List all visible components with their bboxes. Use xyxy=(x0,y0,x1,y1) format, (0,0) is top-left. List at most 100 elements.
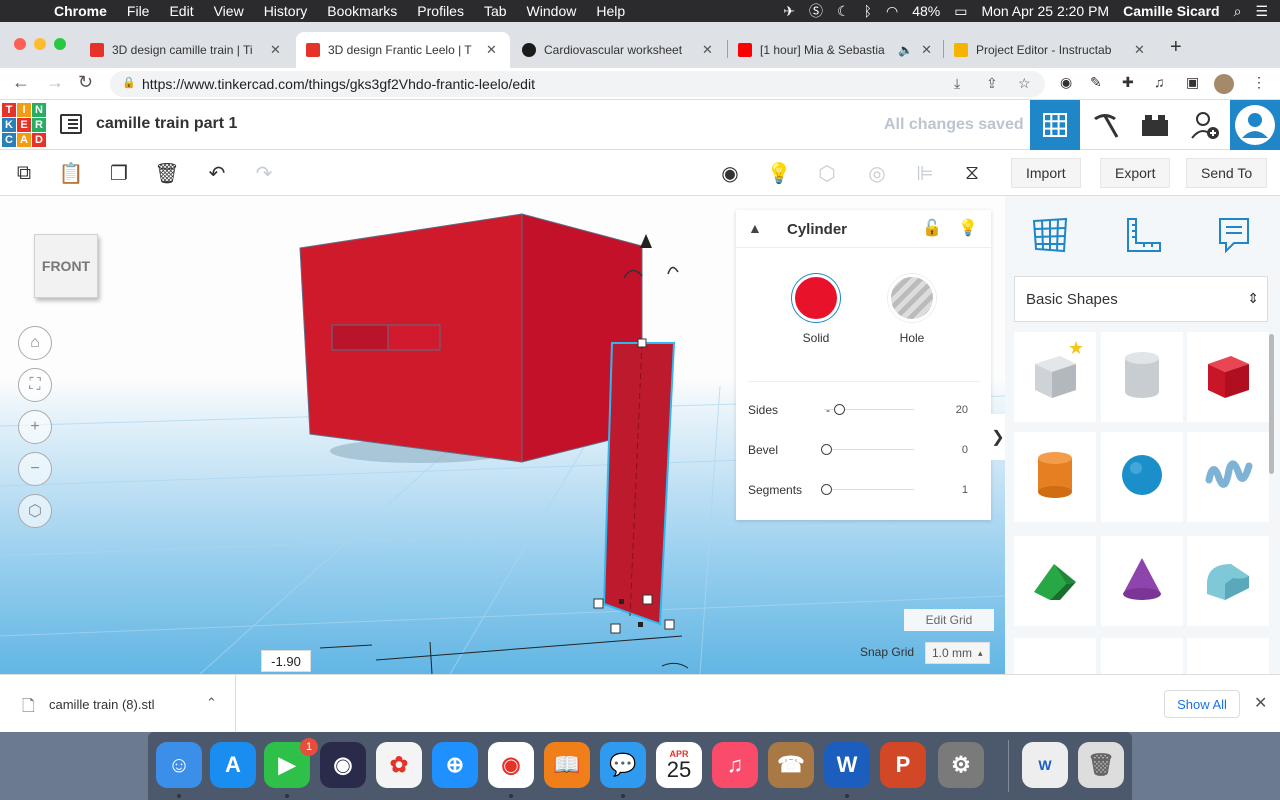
close-window-button[interactable] xyxy=(14,38,26,50)
close-tab-icon[interactable]: ✕ xyxy=(1134,42,1145,58)
lock-icon[interactable]: 🔒 xyxy=(122,76,136,89)
tab-4[interactable]: [1 hour] Mia & Sebastia 🔈 ✕ xyxy=(728,32,942,68)
clock[interactable]: Mon Apr 25 2:20 PM xyxy=(981,3,1109,19)
design-title[interactable]: camille train part 1 xyxy=(96,115,237,133)
menu-view[interactable]: View xyxy=(204,3,254,19)
tab-1[interactable]: 3D design camille train | Ti ✕ xyxy=(80,32,294,68)
paste-button[interactable]: 📋 xyxy=(56,158,86,188)
forward-icon[interactable]: → xyxy=(46,72,64,93)
system-preferences-icon[interactable]: ⚙ xyxy=(938,742,984,788)
invite-user-button[interactable] xyxy=(1180,100,1230,150)
design-menu-icon[interactable] xyxy=(60,114,82,134)
perspective-button[interactable]: ⬡ xyxy=(18,494,52,528)
copy-button[interactable]: ⧉ xyxy=(9,158,39,188)
bevel-slider-track[interactable] xyxy=(824,449,914,450)
menu-profiles[interactable]: Profiles xyxy=(407,3,474,19)
download-item[interactable]: 🗋 camille train (8).stl ⌃ xyxy=(0,675,236,733)
user-name[interactable]: Camille Sicard xyxy=(1123,3,1220,19)
books-icon[interactable]: 📖 xyxy=(544,742,590,788)
download-filename[interactable]: camille train (8).stl xyxy=(49,697,154,712)
delete-button[interactable]: 🗑 xyxy=(152,158,182,188)
menu-history[interactable]: History xyxy=(254,3,318,19)
sidebar-icon[interactable]: ▣ xyxy=(1186,74,1199,91)
group-button[interactable]: ⬡ xyxy=(812,158,842,188)
shape-more-1[interactable] xyxy=(1014,638,1096,674)
lock-icon[interactable]: 🔓 xyxy=(922,218,942,238)
share-icon[interactable]: ⇪ xyxy=(986,75,998,92)
export-button[interactable]: Export xyxy=(1100,158,1171,188)
shape-half-cylinder[interactable] xyxy=(1187,536,1269,626)
omnibox[interactable]: 🔒 https://www.tinkercad.com/things/gks3g… xyxy=(110,71,1045,97)
edit-grid-button[interactable]: Edit Grid xyxy=(904,609,994,631)
battery-icon[interactable]: ▭ xyxy=(954,3,967,20)
3d-view-button[interactable] xyxy=(1030,100,1080,150)
segments-slider-track[interactable] xyxy=(824,489,914,490)
redo-button[interactable]: ↷ xyxy=(249,158,279,188)
music-icon[interactable]: ♫ xyxy=(712,742,758,788)
skype-icon[interactable]: Ⓢ xyxy=(809,1,823,21)
bevel-slider-knob[interactable] xyxy=(821,444,832,455)
new-tab-icon[interactable]: + xyxy=(1170,36,1182,59)
trash-icon[interactable]: 🗑 xyxy=(1078,742,1124,788)
rocket-icon[interactable]: ✈ xyxy=(783,3,795,20)
show-all-button[interactable]: Show All xyxy=(1164,690,1240,718)
control-center-icon[interactable]: ☰ xyxy=(1255,3,1268,20)
home-view-button[interactable]: ⌂ xyxy=(18,326,52,360)
dimension-input[interactable]: -1.90 xyxy=(261,650,311,672)
send-to-button[interactable]: Send To xyxy=(1186,158,1268,188)
tab-5[interactable]: Project Editor - Instructab ✕ xyxy=(944,32,1158,68)
bluetooth-icon[interactable]: ᛒ xyxy=(864,3,872,19)
zoom-out-button[interactable]: − xyxy=(18,452,52,486)
mirror-button[interactable]: ⧖ xyxy=(957,158,987,188)
ruler-tool-button[interactable] xyxy=(1117,210,1167,260)
maximize-window-button[interactable] xyxy=(54,38,66,50)
workplane-tool-button[interactable] xyxy=(1025,210,1075,260)
finder-icon[interactable]: ☺ xyxy=(156,742,202,788)
collapse-inspector-icon[interactable]: ▲ xyxy=(748,220,762,236)
tab-3[interactable]: Cardiovascular worksheet ✕ xyxy=(512,32,726,68)
powerpoint-icon[interactable]: P xyxy=(880,742,926,788)
document-thumbnail-icon[interactable]: W xyxy=(1022,742,1068,788)
safari-icon[interactable]: ⊕ xyxy=(432,742,478,788)
solid-color-swatch[interactable] xyxy=(792,274,840,322)
reload-icon[interactable]: ↻ xyxy=(78,72,93,93)
tinkercad-logo[interactable]: T I N K E R C A D xyxy=(2,103,46,147)
menu-app-name[interactable]: Chrome xyxy=(44,3,117,19)
segments-slider-knob[interactable] xyxy=(821,484,832,495)
snap-grid-select[interactable]: 1.0 mm ▴ xyxy=(925,642,990,664)
segments-value[interactable]: 1 xyxy=(936,484,968,496)
close-tab-icon[interactable]: ✕ xyxy=(702,42,713,58)
notes-tool-button[interactable] xyxy=(1209,210,1259,260)
shape-scribble[interactable] xyxy=(1187,432,1269,522)
chrome-icon[interactable]: ◉ xyxy=(488,742,534,788)
media-icon[interactable]: ♫ xyxy=(1154,74,1165,90)
shape-sphere[interactable] xyxy=(1101,432,1183,522)
app-store-icon[interactable]: A xyxy=(210,742,256,788)
shape-more-3[interactable] xyxy=(1187,638,1269,674)
close-tab-icon[interactable]: ✕ xyxy=(921,42,932,58)
fit-view-button[interactable]: ⛶ xyxy=(18,368,52,402)
undo-button[interactable]: ↶ xyxy=(202,158,232,188)
hole-swatch[interactable] xyxy=(888,274,936,322)
workplane-canvas[interactable]: FRONT ⌂ ⛶ + − ⬡ -1.90 Edit Grid Snap Gri… xyxy=(0,196,1005,674)
messages-icon[interactable]: 💬 xyxy=(600,742,646,788)
view-cube[interactable]: FRONT xyxy=(34,234,98,298)
shape-cylinder-hole[interactable] xyxy=(1101,332,1183,422)
import-button[interactable]: Import xyxy=(1011,158,1081,188)
pencil-extension-icon[interactable]: ✎ xyxy=(1090,74,1102,91)
install-icon[interactable]: ⤓ xyxy=(954,75,960,92)
minimize-window-button[interactable] xyxy=(34,38,46,50)
close-tab-icon[interactable]: ✕ xyxy=(270,42,281,58)
spotlight-icon[interactable]: ⌕ xyxy=(1234,3,1242,20)
notes-button[interactable]: ◉ xyxy=(715,158,745,188)
battery-percent[interactable]: 48% xyxy=(912,3,940,19)
menu-bookmarks[interactable]: Bookmarks xyxy=(317,3,407,19)
close-icon[interactable]: ✕ xyxy=(1254,693,1267,713)
extension-icon[interactable]: ◉ xyxy=(1060,74,1072,91)
collapse-panel-button[interactable]: ❯ xyxy=(991,414,1005,460)
shape-roof[interactable] xyxy=(1014,536,1096,626)
duplicate-button[interactable]: ❐ xyxy=(104,158,134,188)
moon-icon[interactable]: ☾ xyxy=(837,3,850,20)
show-all-button[interactable]: 💡 xyxy=(764,158,794,188)
user-avatar-button[interactable] xyxy=(1230,100,1280,150)
